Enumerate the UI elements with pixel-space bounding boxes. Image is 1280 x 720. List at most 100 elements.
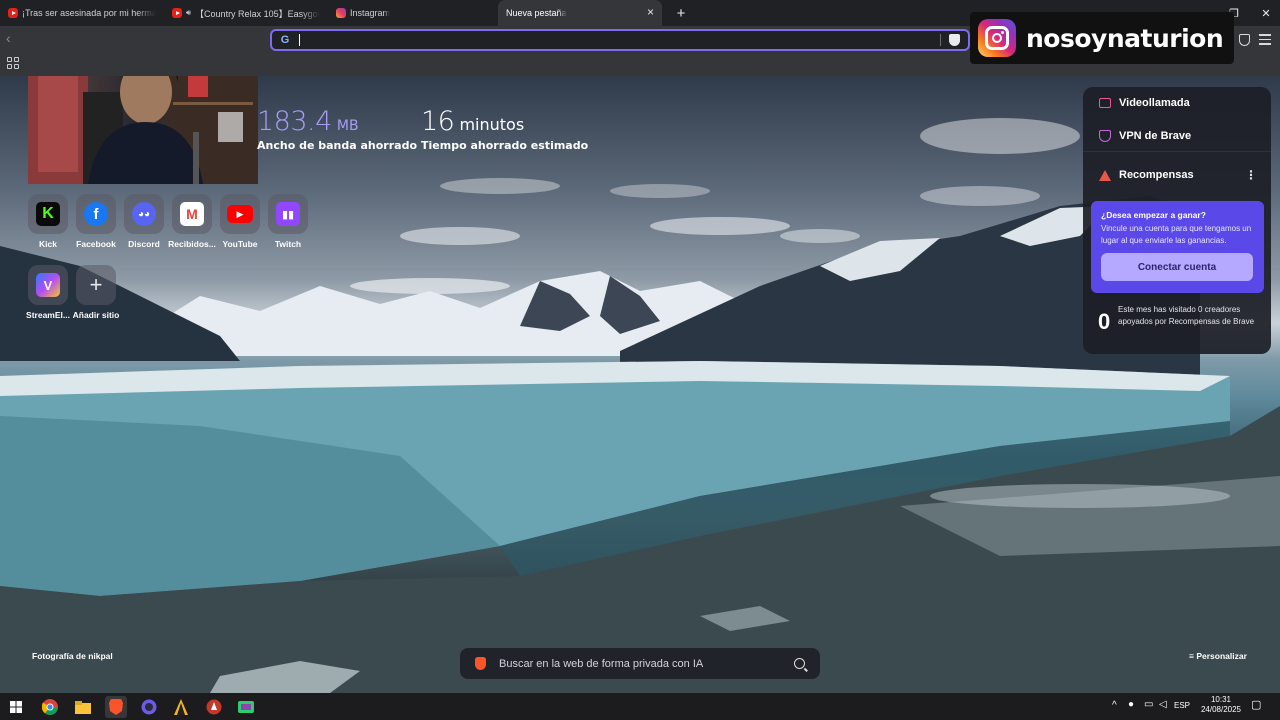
more-options-icon[interactable]: ⋮	[1245, 168, 1257, 182]
rewards-header: Recompensas	[1099, 169, 1194, 181]
top-site-label: Kick	[39, 239, 57, 249]
top-site-youtube[interactable]: ▶ YouTube	[216, 194, 264, 249]
top-site-streamelements[interactable]: V StreamEl...	[24, 265, 72, 320]
tab-new-tab[interactable]: Nueva pestaña ×	[498, 0, 662, 26]
file-explorer-icon[interactable]	[72, 696, 94, 718]
divider	[940, 34, 941, 46]
tab-youtube-2[interactable]: 🔊︎ 【Country Relax 105】Easygoing G	[164, 0, 328, 26]
apps-grid-icon[interactable]	[7, 57, 19, 69]
tab-instagram[interactable]: Instagram	[328, 0, 492, 26]
customize-label: Personalizar	[1196, 651, 1247, 661]
top-site-label: Añadir sitio	[72, 310, 120, 320]
youtube-icon	[8, 8, 18, 18]
bandwidth-unit: MB	[336, 118, 359, 134]
private-ai-search[interactable]	[460, 648, 820, 679]
youtube-icon: ▶	[227, 205, 253, 223]
top-site-label: StreamEl...	[26, 310, 70, 320]
youtube-icon	[172, 8, 182, 18]
add-site-button[interactable]: + Añadir sitio	[72, 265, 120, 320]
back-button[interactable]: ‹	[6, 30, 11, 46]
private-search-input[interactable]	[499, 657, 794, 670]
tab-youtube-1[interactable]: ¡Tras ser asesinada por mi hermana y	[0, 0, 164, 26]
tab-label: Instagram	[350, 8, 391, 18]
language-indicator[interactable]: ESP	[1174, 701, 1190, 710]
address-input[interactable]	[302, 34, 940, 46]
top-site-label: Recibidos...	[168, 239, 216, 249]
close-tab-icon[interactable]: ×	[647, 6, 654, 18]
address-bar[interactable]: G	[270, 29, 970, 51]
app-icon[interactable]	[170, 696, 192, 718]
search-icon[interactable]	[794, 658, 805, 669]
facebook-icon: f	[84, 202, 108, 226]
tab-label: 【Country Relax 105】Easygoing G	[195, 8, 320, 19]
brave-widgets-panel: Videollamada VPN de Brave Recompensas ⋮ …	[1083, 87, 1271, 354]
app-icon[interactable]	[203, 696, 225, 718]
top-site-label: Twitch	[274, 239, 302, 249]
vpn-shield-icon[interactable]	[1239, 34, 1250, 46]
earn-description: Vincule una cuenta para que tengamos un …	[1101, 224, 1252, 245]
speaker-icon[interactable]: 🔊︎	[186, 8, 191, 18]
videocall-label: Videollamada	[1119, 97, 1190, 109]
chevron-up-icon[interactable]: ^	[1112, 700, 1117, 711]
brave-lion-icon	[475, 657, 486, 670]
close-window-button[interactable]: ✕	[1250, 0, 1280, 26]
discord-icon: ◕◕	[132, 202, 156, 226]
earn-card: ¿Desea empezar a ganar? Vincule una cuen…	[1091, 201, 1264, 293]
connect-account-button[interactable]: Conectar cuenta	[1101, 253, 1253, 281]
clock[interactable]: 10:31 24/08/2025	[1198, 695, 1244, 714]
top-site-discord[interactable]: ◕◕ Discord	[120, 194, 168, 249]
brave-browser-icon[interactable]	[105, 696, 127, 718]
volume-icon[interactable]: ◁	[1159, 699, 1167, 710]
time-value: 16	[421, 106, 455, 137]
taskbar: ^ ● ▭ ◁ ESP 10:31 24/08/2025 ▢	[0, 693, 1280, 720]
top-site-twitch[interactable]: ▮▮ Twitch	[264, 194, 312, 249]
brave-rewards-icon	[1099, 169, 1111, 181]
gmail-icon: M	[180, 202, 204, 226]
bandwidth-label: Ancho de banda ahorrado	[257, 139, 418, 152]
time-saved-stat: 16 minutos Tiempo ahorrado estimado	[421, 106, 588, 152]
top-site-kick[interactable]: K Kick	[24, 194, 72, 249]
tab-label: Nueva pestaña	[506, 8, 567, 18]
network-icon[interactable]: ▭	[1144, 699, 1153, 710]
twitch-icon: ▮▮	[276, 202, 300, 226]
vpn-label: VPN de Brave	[1119, 130, 1192, 142]
video-camera-icon	[1099, 98, 1111, 108]
microphone-icon[interactable]: ●	[1128, 699, 1134, 710]
creators-text: Este mes has visitado 0 creadores apoyad…	[1118, 305, 1255, 326]
webcam-feed	[28, 76, 258, 184]
time-unit: minutos	[459, 115, 525, 134]
top-site-label: YouTube	[222, 239, 258, 249]
webcam-overlay	[28, 76, 258, 184]
bandwidth-value: 183.4	[257, 106, 332, 137]
vpn-icon	[1099, 130, 1111, 142]
kick-icon: K	[36, 202, 60, 226]
top-site-label: Facebook	[76, 239, 116, 249]
brave-shields-icon[interactable]	[949, 34, 960, 46]
clock-date: 24/08/2025	[1200, 705, 1242, 714]
earn-question: ¿Desea empezar a ganar?	[1101, 210, 1206, 220]
tab-label: ¡Tras ser asesinada por mi hermana y	[22, 8, 156, 18]
divider	[1083, 151, 1271, 152]
clock-time: 10:31	[1210, 695, 1232, 704]
menu-icon[interactable]	[1259, 34, 1271, 48]
obs-icon[interactable]	[138, 696, 160, 718]
plus-icon: +	[89, 272, 103, 297]
instagram-icon	[978, 19, 1016, 57]
top-site-facebook[interactable]: f Facebook	[72, 194, 120, 249]
windows-start-icon[interactable]	[5, 696, 27, 718]
vpn-link[interactable]: VPN de Brave	[1099, 130, 1191, 142]
photo-credit[interactable]: Fotografía de nikpal	[32, 651, 113, 661]
rewards-label: Recompensas	[1119, 169, 1194, 181]
top-site-gmail[interactable]: M Recibidos...	[168, 194, 216, 249]
videocall-link[interactable]: Videollamada	[1099, 97, 1190, 109]
notifications-icon[interactable]: ▢	[1251, 698, 1261, 711]
top-site-label: Discord	[128, 239, 160, 249]
streamelements-icon: V	[36, 273, 60, 297]
bandwidth-stat: 183.4 MB Ancho de banda ahorrado	[257, 106, 417, 152]
text-caret	[299, 34, 300, 46]
customize-button[interactable]: ≡ Personalizar	[1189, 651, 1247, 661]
creators-count: 0	[1098, 309, 1111, 334]
chrome-icon[interactable]	[39, 696, 61, 718]
new-tab-button[interactable]: +	[670, 2, 692, 24]
app-icon[interactable]	[235, 696, 257, 718]
